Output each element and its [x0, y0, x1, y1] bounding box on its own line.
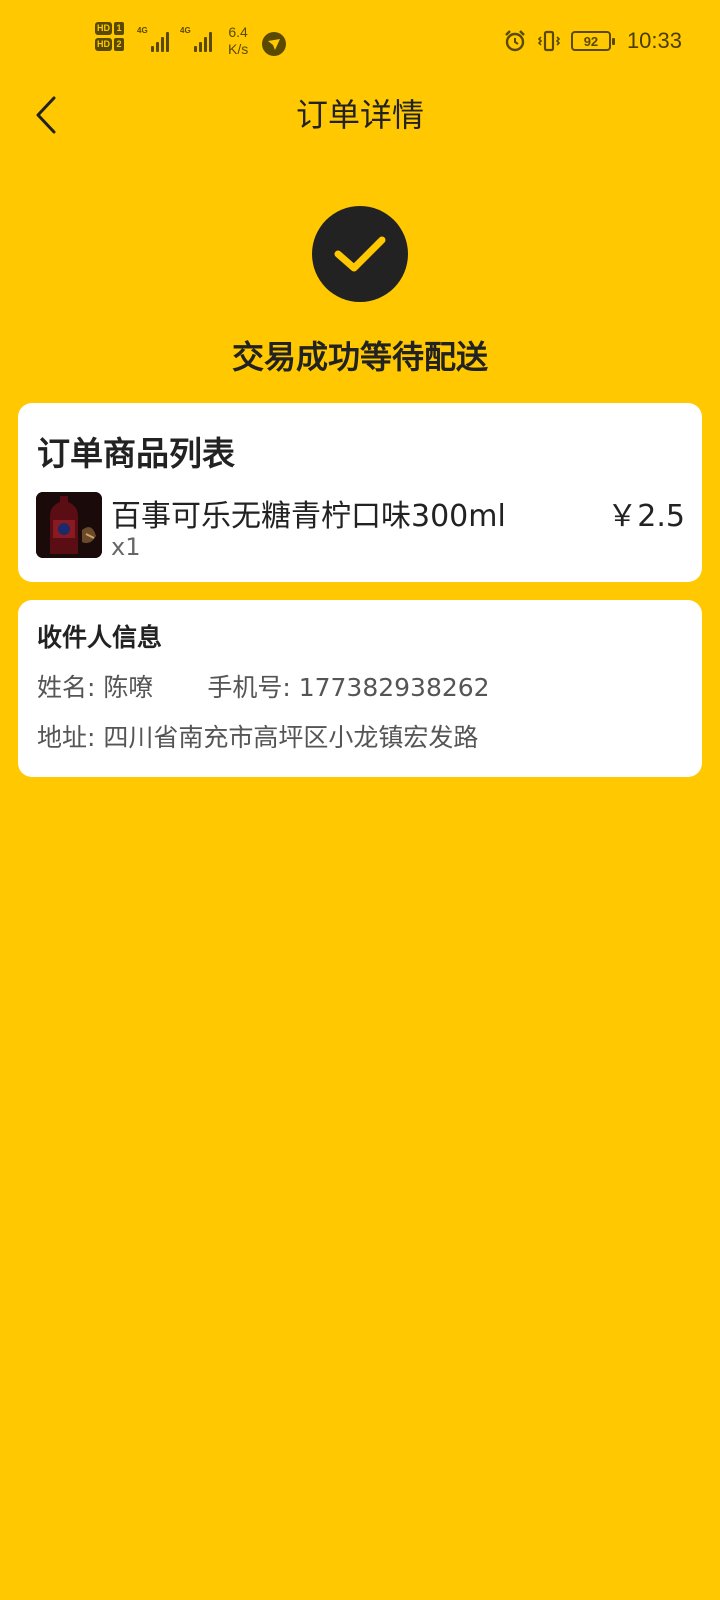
status-bar: HD 1 HD 2 4G 4G 6.4 K/s 92 10:33 — [0, 0, 720, 90]
receiver-address: 四川省南充市高坪区小龙镇宏发路 — [103, 723, 479, 752]
receiver-info-title: 收件人信息 — [37, 623, 163, 652]
receiver-name-row: 姓名: 陈嘹 手机号: 177382938262 — [37, 668, 490, 704]
signal-strength-icon-1: 4G — [137, 26, 169, 52]
address-label: 地址: — [37, 723, 96, 752]
sim-number-2: 2 — [114, 38, 124, 51]
success-check-icon — [312, 206, 408, 302]
sim-number-1: 1 — [114, 22, 124, 35]
page-title: 订单详情 — [295, 96, 424, 134]
receiver-info-card: 收件人信息 姓名: 陈嘹 手机号: 177382938262 地址: 四川省南充… — [18, 600, 702, 777]
product-quantity: x1 — [111, 533, 141, 561]
signal-strength-icon-2: 4G — [180, 26, 212, 52]
order-status-text: 交易成功等待配送 — [231, 338, 488, 376]
receiver-phone: 177382938262 — [298, 673, 490, 702]
battery-level: 92 — [583, 33, 599, 49]
product-image[interactable] — [36, 492, 102, 558]
hd-badge-2: HD — [95, 38, 112, 51]
sim-indicators: HD 1 HD 2 — [95, 22, 124, 51]
order-goods-card: 订单商品列表 百事可乐无糖青柠口味300ml x1 ￥2.5 — [18, 403, 702, 582]
product-price: ￥2.5 — [607, 499, 685, 534]
goods-list-title: 订单商品列表 — [37, 434, 235, 473]
notification-app-icon — [262, 32, 286, 56]
status-right-group: 92 10:33 — [503, 28, 682, 54]
receiver-name: 陈嘹 — [103, 673, 154, 702]
name-label: 姓名: — [37, 673, 96, 702]
product-name[interactable]: 百事可乐无糖青柠口味300ml — [111, 491, 506, 535]
phone-label: 手机号: — [207, 673, 291, 702]
alarm-icon — [505, 30, 525, 52]
receiver-address-row: 地址: 四川省南充市高坪区小龙镇宏发路 — [37, 718, 478, 754]
header: 订单详情 — [0, 85, 720, 145]
hd-badge-1: HD — [95, 22, 112, 35]
clock: 10:33 — [626, 28, 682, 53]
vibrate-icon — [537, 30, 561, 52]
network-speed: 6.4 K/s — [228, 24, 249, 57]
battery-icon: 92 — [570, 31, 615, 51]
